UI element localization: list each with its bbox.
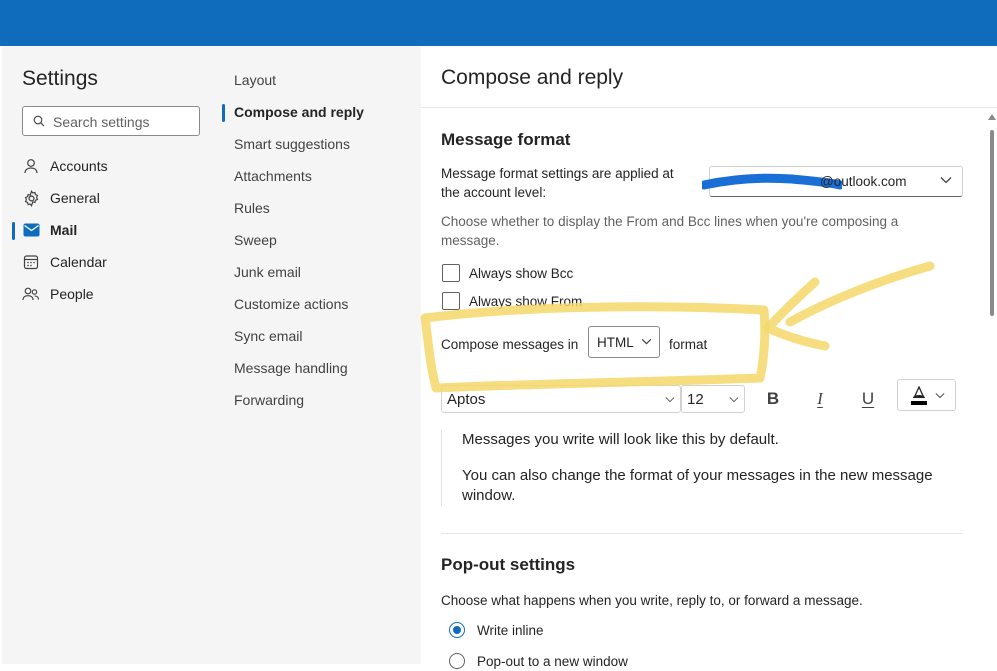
font-color-button[interactable] <box>897 379 956 411</box>
compose-format-prefix: Compose messages in <box>441 337 579 352</box>
compose-format-suffix: format <box>669 337 708 352</box>
subnav-sweep[interactable]: Sweep <box>234 230 277 250</box>
write-inline-radio[interactable] <box>449 622 465 638</box>
account-label-line1: Message format settings are applied at <box>441 166 674 181</box>
account-value: @outlook.com <box>820 174 907 189</box>
account-label-line2: the account level: <box>441 185 547 200</box>
chevron-down-icon <box>641 338 652 345</box>
sidebar-item-label: People <box>50 286 94 302</box>
person-icon <box>22 157 40 175</box>
always-show-from-checkbox[interactable] <box>442 292 460 310</box>
font-family-select[interactable]: Aptos <box>441 385 681 413</box>
subnav-customize-actions[interactable]: Customize actions <box>234 294 348 314</box>
compose-format-dropdown[interactable]: HTML <box>588 326 660 358</box>
settings-sidebar: Settings Accounts General Mail <box>2 46 220 664</box>
section-divider <box>441 533 963 534</box>
search-input[interactable] <box>51 112 195 132</box>
top-app-bar <box>0 0 997 46</box>
display-lines-description-2: message. <box>441 233 500 248</box>
preview-line-1: Messages you write will look like this b… <box>462 431 779 448</box>
subnav-rules[interactable]: Rules <box>234 198 270 218</box>
scrollbar-thumb[interactable] <box>990 130 994 316</box>
chevron-down-icon <box>665 397 675 403</box>
sidebar-item-general[interactable]: General <box>22 186 100 210</box>
always-show-bcc-checkbox[interactable] <box>442 264 460 282</box>
gear-icon <box>22 189 40 207</box>
sidebar-item-label: General <box>50 190 100 206</box>
chevron-down-icon <box>935 393 945 399</box>
sidebar-item-label: Calendar <box>50 254 107 270</box>
popout-settings-heading: Pop-out settings <box>441 555 576 574</box>
sidebar-item-label: Mail <box>50 222 78 238</box>
chevron-down-icon <box>940 177 952 184</box>
subnav-smart-suggestions[interactable]: Smart suggestions <box>234 134 350 154</box>
sidebar-item-mail[interactable]: Mail <box>22 218 77 242</box>
sidebar-item-people[interactable]: People <box>22 282 94 306</box>
calendar-icon <box>22 253 40 271</box>
subnav-attachments[interactable]: Attachments <box>234 166 312 186</box>
title-divider <box>421 107 997 108</box>
chevron-down-icon <box>729 397 739 403</box>
subnav-junk-email[interactable]: Junk email <box>234 262 301 282</box>
account-dropdown[interactable]: @outlook.com <box>702 166 963 197</box>
settings-content-pane: Compose and reply Message format Message… <box>421 46 997 669</box>
underline-button[interactable]: U <box>854 385 882 413</box>
people-icon <box>22 285 40 303</box>
write-inline-label: Write inline <box>477 623 544 638</box>
compose-format-value: HTML <box>597 335 634 350</box>
font-size-select[interactable]: 12 <box>681 385 745 413</box>
subnav-forwarding[interactable]: Forwarding <box>234 390 304 410</box>
active-indicator <box>12 222 15 240</box>
bold-button[interactable]: B <box>759 385 787 413</box>
subnav-sync-email[interactable]: Sync email <box>234 326 302 346</box>
subnav-message-handling[interactable]: Message handling <box>234 358 348 378</box>
message-format-heading: Message format <box>441 130 571 149</box>
search-box[interactable] <box>22 106 200 136</box>
popout-window-label: Pop-out to a new window <box>477 654 628 669</box>
popout-window-radio[interactable] <box>449 653 465 669</box>
subnav-active-indicator <box>222 104 225 122</box>
always-show-bcc-label: Always show Bcc <box>469 266 574 281</box>
scroll-up-icon <box>988 114 996 120</box>
search-icon <box>33 115 45 127</box>
sidebar-item-calendar[interactable]: Calendar <box>22 250 107 274</box>
display-lines-description-1: Choose whether to display the From and B… <box>441 214 899 229</box>
preview-line-2b: window. <box>462 487 516 504</box>
scrollbar[interactable] <box>987 108 997 664</box>
italic-button[interactable]: I <box>806 385 834 413</box>
sidebar-item-label: Accounts <box>50 158 108 174</box>
popout-description: Choose what happens when you write, repl… <box>441 593 863 608</box>
mail-subnav: Layout Compose and reply Smart suggestio… <box>220 46 422 664</box>
settings-title: Settings <box>22 67 98 90</box>
preview-line-2a: You can also change the format of your m… <box>462 467 933 484</box>
sidebar-item-accounts[interactable]: Accounts <box>22 154 108 178</box>
format-preview: Messages you write will look like this b… <box>441 430 962 506</box>
subnav-layout[interactable]: Layout <box>234 70 276 90</box>
always-show-from-label: Always show From <box>469 294 583 309</box>
font-size-value: 12 <box>687 391 704 408</box>
subnav-compose-and-reply[interactable]: Compose and reply <box>234 102 364 122</box>
font-color-icon <box>911 386 927 405</box>
mail-icon <box>22 221 40 239</box>
font-family-value: Aptos <box>447 391 486 408</box>
page-title: Compose and reply <box>441 66 624 89</box>
